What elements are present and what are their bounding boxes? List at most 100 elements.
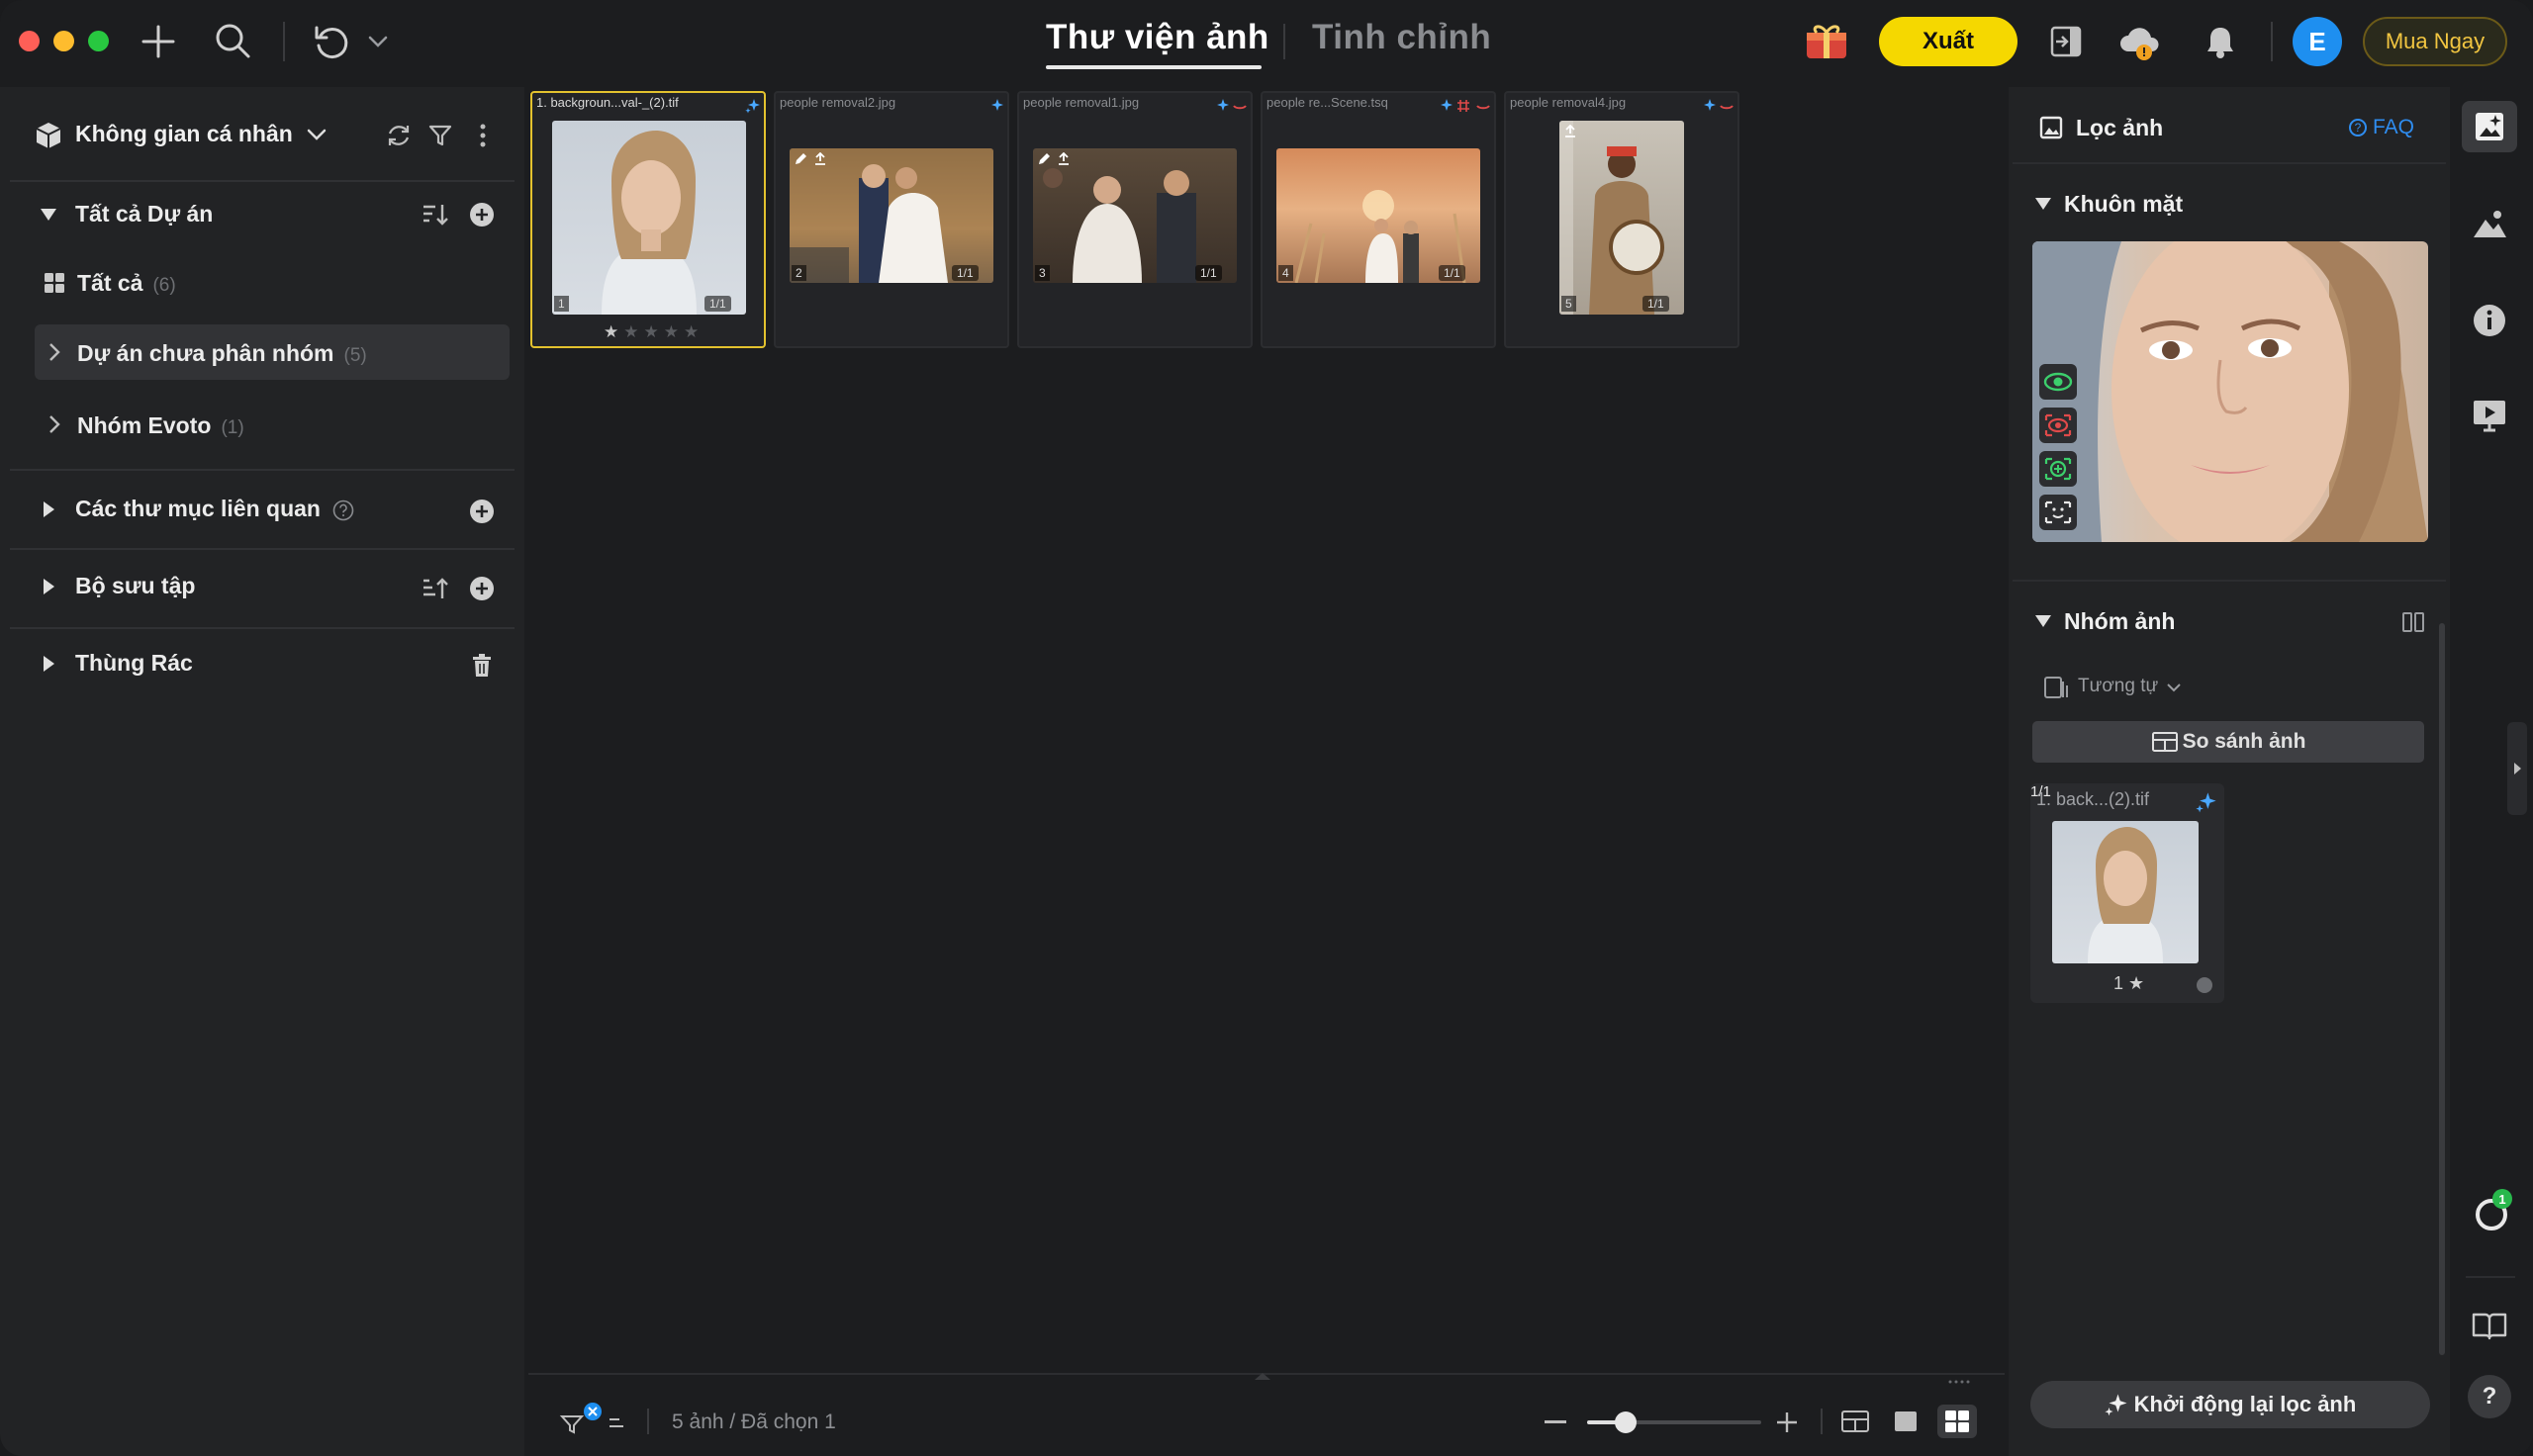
collapse-handle-icon[interactable] (1251, 1369, 1274, 1383)
trash-icon[interactable] (467, 651, 497, 681)
export-button[interactable]: Xuất (1879, 17, 2017, 66)
photo-filter-tool-icon[interactable] (2462, 101, 2517, 152)
closed-eye-icon[interactable] (2039, 408, 2077, 443)
gift-icon[interactable] (1804, 19, 1849, 62)
sort-icon[interactable] (606, 1412, 631, 1436)
single-view-icon[interactable] (1890, 1407, 1922, 1436)
sidebar-item-label: Tất cả (77, 270, 143, 296)
split-view-icon[interactable] (2398, 607, 2428, 637)
caret-right-icon[interactable] (38, 499, 59, 520)
avatar[interactable]: E (2293, 17, 2342, 66)
sidebar-item-evoto-group[interactable]: Nhóm Evoto (1) (77, 412, 244, 439)
close-window-button[interactable] (19, 31, 40, 51)
bell-icon[interactable] (2201, 22, 2240, 61)
caret-right-icon[interactable] (38, 576, 59, 597)
cloud-sync-icon[interactable] (2117, 21, 2163, 64)
compare-view-icon[interactable] (1838, 1407, 1872, 1436)
face-detect-icon[interactable] (2039, 495, 2077, 530)
undo-icon[interactable] (311, 21, 352, 62)
clear-filter-badge-icon[interactable] (582, 1401, 604, 1422)
compare-photos-button[interactable]: So sánh ảnh (2032, 721, 2424, 763)
sidebar-item-ungrouped[interactable]: Dự án chưa phân nhóm (5) (77, 340, 367, 367)
caret-right-icon[interactable] (38, 653, 59, 675)
caret-down-icon[interactable] (2032, 194, 2054, 214)
add-collection-icon[interactable] (467, 574, 497, 603)
caret-down-icon[interactable] (2032, 611, 2054, 631)
star-filled[interactable]: ★ (604, 322, 623, 341)
zoom-out-icon[interactable] (1542, 1410, 1569, 1434)
group-photo-card[interactable]: 1. back...(2).tif 1/1 1 ★ (2030, 783, 2224, 1003)
sort-icon[interactable] (420, 574, 449, 603)
active-tab-indicator (1046, 65, 1262, 69)
chevron-right-icon[interactable] (46, 341, 63, 363)
trash-header[interactable]: Thùng Rác (75, 650, 193, 677)
caret-down-icon[interactable] (38, 204, 59, 226)
thumbnail-card[interactable]: people removal2.jpg 2 1/1 (774, 91, 1009, 348)
sidebar-item-all[interactable]: Tất cả (6) (77, 270, 176, 297)
library-grid: 1. backgroun...val-_(2).tif 1 1/1 ★★★★★ … (528, 87, 2005, 1373)
zoom-slider-thumb[interactable] (1614, 1411, 1637, 1433)
group-section-header[interactable]: Nhóm ảnh (2064, 608, 2175, 635)
related-folders-header[interactable]: Các thư mục liên quan (75, 496, 321, 522)
filter-icon[interactable] (425, 121, 455, 150)
thumbnail-filename: people removal2.jpg (780, 95, 896, 110)
tab-library[interactable]: Thư viện ảnh (1046, 18, 1269, 57)
presentation-icon[interactable] (2468, 394, 2511, 437)
thumbnail-card[interactable]: people re...Scene.tsq 4 1/1 (1261, 91, 1496, 348)
search-icon[interactable] (212, 20, 253, 61)
star-empty[interactable]: ★★★★ (623, 322, 704, 341)
star-rating[interactable]: ★★★★★ (604, 322, 704, 342)
sort-icon[interactable] (420, 200, 449, 229)
add-icon[interactable] (139, 22, 178, 61)
ai-sparkle-icon (744, 97, 762, 115)
minimize-window-button[interactable] (53, 31, 74, 51)
face-focus-icon[interactable] (2039, 451, 2077, 487)
face-preview-image (2032, 241, 2428, 542)
chevron-down-icon[interactable] (305, 125, 328, 144)
maximize-window-button[interactable] (88, 31, 109, 51)
divider (2013, 162, 2446, 164)
face-section-header[interactable]: Khuôn mặt (2064, 191, 2183, 218)
group-photo-rating: 1 ★ (2113, 973, 2145, 993)
thumbnail-card[interactable]: people removal1.jpg 3 1/1 (1017, 91, 1253, 348)
add-folder-icon[interactable] (467, 497, 497, 526)
zoom-slider[interactable] (1587, 1411, 1761, 1433)
help-circle-icon[interactable] (330, 498, 356, 523)
chevron-right-icon[interactable] (46, 413, 63, 435)
thumbnail-card[interactable]: people removal4.jpg 5 1/1 (1504, 91, 1739, 348)
book-icon[interactable] (2468, 1304, 2511, 1347)
grid-view-icon[interactable] (1937, 1405, 1977, 1438)
item-count: (1) (221, 417, 244, 438)
panel-scrollbar[interactable] (2439, 623, 2445, 1355)
tab-edit[interactable]: Tinh chỉnh (1312, 18, 1491, 57)
more-options-icon[interactable] (1945, 1377, 1973, 1387)
notification-badge: 1 (2492, 1189, 2512, 1209)
grid-mark-icon (1454, 97, 1472, 115)
similarity-dropdown[interactable]: Tương tự (2078, 676, 2158, 697)
workspace-selector[interactable]: Không gian cá nhân (75, 121, 293, 147)
eye-icon[interactable] (2039, 364, 2077, 400)
help-button[interactable]: ? (2468, 1375, 2511, 1418)
collections-header[interactable]: Bộ sưu tập (75, 573, 195, 599)
refresh-icon[interactable] (384, 121, 414, 150)
info-icon[interactable] (2468, 299, 2511, 342)
similarity-label: Tương tự (2078, 676, 2159, 696)
chevron-down-icon[interactable] (2165, 681, 2183, 694)
more-options-icon[interactable] (469, 121, 497, 150)
expand-panel-icon[interactable] (2507, 722, 2527, 815)
thumbnail-index: 1 (554, 296, 569, 312)
divider (10, 469, 515, 471)
upload-icon (811, 150, 829, 168)
all-projects-header[interactable]: Tất cả Dự án (75, 201, 213, 228)
import-panel-icon[interactable] (2046, 22, 2086, 61)
red-mark-icon (1474, 97, 1492, 115)
restart-filter-button[interactable]: Khởi động lại lọc ảnh (2030, 1381, 2430, 1428)
add-project-icon[interactable] (467, 200, 497, 229)
zoom-in-icon[interactable] (1773, 1409, 1801, 1436)
thumbnail-card[interactable]: 1. backgroun...val-_(2).tif 1 1/1 ★★★★★ (530, 91, 766, 348)
thumbnail-filename: people removal4.jpg (1510, 95, 1627, 110)
landscape-icon[interactable] (2468, 202, 2511, 245)
buy-now-button[interactable]: Mua Ngay (2363, 17, 2507, 66)
faq-link[interactable]: ? FAQ (2349, 116, 2414, 139)
chevron-down-icon[interactable] (366, 30, 390, 53)
